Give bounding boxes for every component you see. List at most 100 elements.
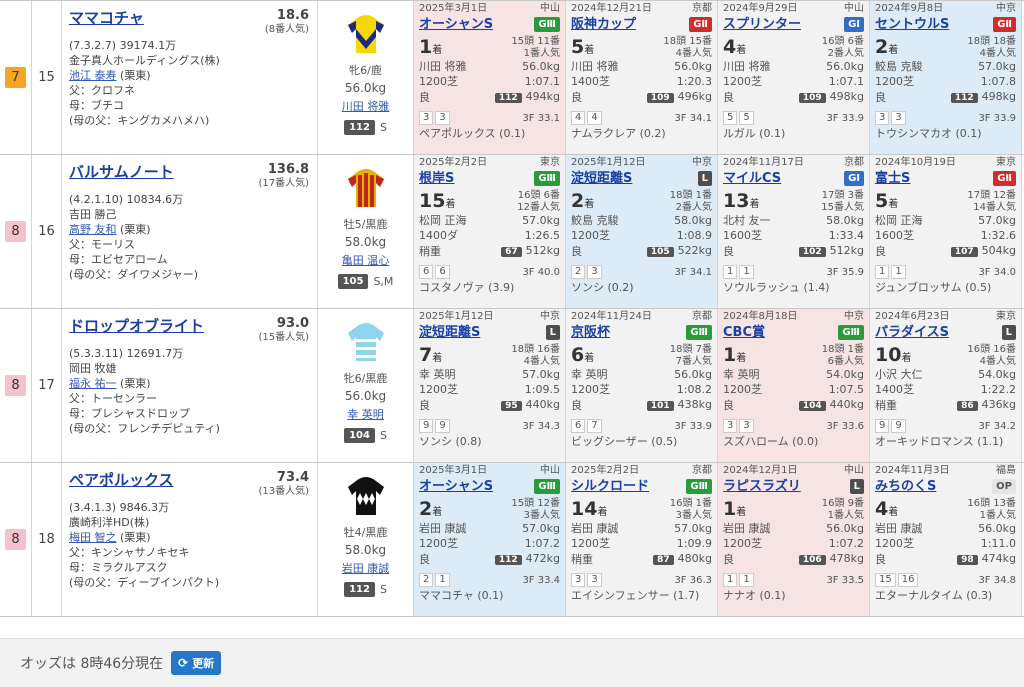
field-gate: 18頭 16番: [511, 344, 560, 355]
race-weight: 57.0kg: [522, 522, 560, 535]
trainer-link[interactable]: 福永 祐一: [69, 377, 117, 390]
body-weight: 478kg: [829, 552, 864, 565]
career-record: (7.3.2.7): [69, 39, 117, 52]
past-race-cell: 2025年2月2日 東京 根岸S GⅢ 15着 16頭 6番 12番人気 松岡 正海 57.0k…: [414, 155, 566, 308]
race-venue: 東京: [540, 157, 560, 168]
rating-value: 112: [344, 582, 375, 597]
winner-margin: ソウルラッシュ (1.4): [723, 281, 830, 294]
body-weight: 496kg: [677, 90, 712, 103]
race-name-link[interactable]: CBC賞: [723, 326, 765, 339]
dam-sire: (母の父：ダイワメジャー): [69, 268, 199, 281]
race-name-link[interactable]: 阪神カップ: [571, 18, 636, 31]
winner-margin: ナムラクレア (0.2): [571, 127, 666, 140]
race-course: 1200芝: [571, 229, 610, 242]
race-popularity: 7番人気: [675, 356, 712, 367]
corner-positions: 11: [723, 573, 756, 587]
race-name-link[interactable]: オーシャンS: [419, 18, 493, 31]
corner-position: 3: [875, 111, 890, 125]
race-name-link[interactable]: スプリンター: [723, 18, 801, 31]
race-name-link[interactable]: シルクロード: [571, 480, 649, 493]
corner-position: 1: [435, 573, 450, 587]
horse-number: 18: [32, 463, 62, 616]
corner-positions: 33: [723, 419, 756, 433]
race-weight: 57.0kg: [978, 214, 1016, 227]
body-weight: 498kg: [829, 90, 864, 103]
race-name-link[interactable]: みちのくS: [875, 480, 936, 493]
race-jockey: 岩田 康誠: [875, 522, 923, 535]
race-name-link[interactable]: パラダイスS: [875, 326, 949, 339]
rating: 104 S: [344, 428, 387, 443]
race-course: 1600芝: [875, 229, 914, 242]
waku-number: 8: [5, 529, 26, 550]
race-venue: 中山: [844, 465, 864, 476]
winner-margin: オーキッドロマンス (1.1): [875, 435, 1004, 448]
field-gate: 18頭 1番: [669, 190, 712, 201]
race-venue: 京都: [692, 465, 712, 476]
field-info: 18頭 16番 4番人気: [511, 342, 560, 368]
race-name-link[interactable]: ラピスラズリ: [723, 480, 801, 493]
jockey-cell: 牝6/黒鹿 56.0kg 幸 英明 104 S: [318, 309, 414, 462]
trainer-link[interactable]: 高野 友和: [69, 223, 117, 236]
finish-number: 7: [419, 344, 433, 366]
race-name-link[interactable]: 淀短距離S: [419, 326, 480, 339]
sex-age: 牝6/鹿: [349, 64, 382, 77]
field-gate: 16頭 1番: [669, 498, 712, 509]
race-name-link[interactable]: 京阪杯: [571, 326, 610, 339]
finish-position: 14着: [571, 496, 607, 522]
finish-suffix: 着: [432, 45, 443, 56]
field-info: 18頭 1番 6番人気: [822, 342, 864, 368]
odds-footer: オッズは 8時46分現在 ⟳ 更新: [0, 638, 1024, 687]
prize-money: 12691.7万: [126, 347, 184, 360]
owner: 金子真人ホールディングス(株): [69, 54, 220, 67]
sire: 父：クロフネ: [69, 84, 135, 97]
corner-positions: 99: [419, 419, 452, 433]
race-venue: 福島: [996, 465, 1016, 476]
race-name-link[interactable]: 富士S: [875, 172, 910, 185]
refresh-button[interactable]: ⟳ 更新: [171, 651, 222, 675]
field-gate: 18頭 7番: [669, 344, 712, 355]
race-name-link[interactable]: マイルCS: [723, 172, 781, 185]
track-condition: 稍重: [875, 399, 897, 412]
past-race-cell: 2024年12月21日 京都 阪神カップ GⅡ 5着 18頭 15番 4番人気 川田 将雅 56…: [566, 1, 718, 154]
jockey-link[interactable]: 岩田 康誠: [342, 560, 390, 576]
corner-position: 5: [739, 111, 754, 125]
sex-age: 牡4/黒鹿: [343, 526, 388, 539]
winner-margin: ルガル (0.1): [723, 127, 786, 140]
body-weight: 504kg: [981, 244, 1016, 257]
trainer-link[interactable]: 梅田 智之: [69, 531, 117, 544]
race-grade-badge: GⅢ: [686, 479, 712, 494]
jockey-link[interactable]: 亀田 温心: [342, 252, 390, 268]
dam: 母：エビセアローム: [69, 253, 168, 266]
past-race-cell: 2025年1月12日 中京 淀短距離S L 2着 18頭 1番 2番人気 鮫島 克駿 58.0k…: [566, 155, 718, 308]
finish-number: 5: [571, 36, 585, 58]
odds-value: 73.4: [276, 470, 309, 485]
race-name-link[interactable]: 根岸S: [419, 172, 454, 185]
horse-table: 7 15 ママコチャ 18.6 (8番人気) (7.3.2.7) 39174.1万 金子真人…: [0, 0, 1024, 617]
jockey-silks-icon: [344, 317, 388, 367]
rating: 105 S,M: [337, 274, 393, 289]
race-name-link[interactable]: 淀短距離S: [571, 172, 632, 185]
corner-position: 4: [587, 111, 602, 125]
race-course: 1400芝: [875, 383, 914, 396]
corner-position: 1: [891, 265, 906, 279]
corner-positions: 33: [419, 111, 452, 125]
race-date: 2024年11月24日: [571, 311, 652, 322]
last-3f: 3F 40.0: [522, 266, 560, 278]
past-race-cell: 2024年11月3日 福島 みちのくS OP 4着 16頭 13番 1番人気 岩田 康誠 56.…: [870, 463, 1022, 616]
corner-position: 5: [723, 111, 738, 125]
race-jockey: 松岡 正海: [419, 214, 467, 227]
finish-suffix: 着: [432, 353, 443, 364]
jockey-link[interactable]: 川田 将雅: [342, 98, 390, 114]
finish-suffix: 着: [888, 199, 899, 210]
race-name-link[interactable]: オーシャンS: [419, 480, 493, 493]
trainer-link[interactable]: 池江 泰寿: [69, 69, 117, 82]
race-jockey: 川田 将雅: [571, 60, 619, 73]
jockey-link[interactable]: 幸 英明: [347, 406, 384, 422]
race-name-link[interactable]: セントウルS: [875, 18, 949, 31]
field-info: 18頭 15番 4番人気: [663, 34, 712, 60]
race-grade-badge: L: [697, 171, 712, 186]
corner-positions: 99: [875, 419, 908, 433]
winner-margin: ビッグシーザー (0.5): [571, 435, 678, 448]
rating-value: 112: [344, 120, 375, 135]
race-date: 2025年2月2日: [571, 465, 640, 476]
